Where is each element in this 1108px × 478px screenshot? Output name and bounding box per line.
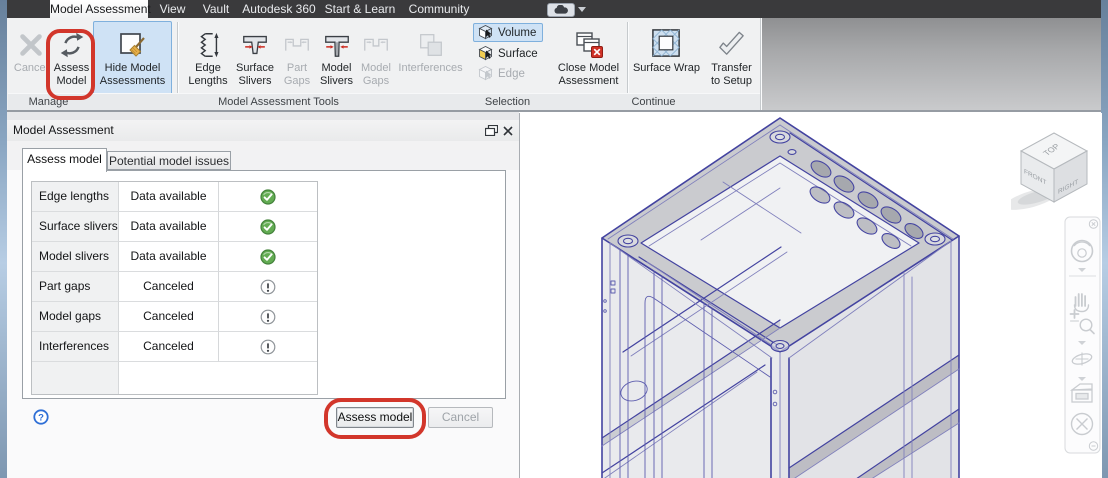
ribbon-group-label-tools: Model Assessment Tools: [89, 93, 468, 111]
cancel-button-panel[interactable]: Cancel: [428, 407, 493, 428]
close-window-red-x-icon: [553, 22, 624, 60]
gap-strip: [7, 112, 519, 120]
ribbon-empty-area: [760, 18, 1101, 110]
close-icon[interactable]: [501, 124, 515, 137]
surface-wrap-icon: [632, 22, 701, 60]
tab-assess-model[interactable]: Assess model: [22, 148, 107, 172]
model-slivers-button[interactable]: Model Slivers: [314, 21, 359, 96]
edge-cube-icon: [477, 64, 494, 84]
surface-wrap-button[interactable]: Surface Wrap: [631, 21, 702, 96]
panel-title-bar[interactable]: Model Assessment: [7, 120, 519, 142]
status-ok-icon: [219, 242, 317, 272]
navigation-bar[interactable]: [1061, 214, 1105, 464]
interferences-icon: [395, 22, 466, 60]
help-icon[interactable]: ?: [33, 409, 49, 425]
cancel-x-icon: [11, 22, 51, 60]
transfer-to-setup-button[interactable]: Transfer to Setup: [704, 21, 759, 96]
ribbon-group-model-assessment-tools: Hide Model Assessments Edge Lengths Surf…: [89, 18, 469, 111]
tab-potential-model-issues[interactable]: Potential model issues: [107, 151, 231, 170]
table-row[interactable]: Model gaps Canceled: [32, 302, 317, 332]
tab-model-assessment[interactable]: Model Assessment: [50, 0, 151, 18]
interferences-button[interactable]: Interferences: [394, 21, 467, 96]
model-viewport[interactable]: TOP FRONT RIGHT: [519, 113, 1102, 478]
svg-text:?: ?: [38, 412, 44, 423]
ribbon-group-label-manage: Manage: [8, 93, 89, 111]
ribbon-group-continue: Close Model Assessment Surface Wrap Tran…: [547, 18, 761, 111]
selection-volume-button[interactable]: Volume: [473, 23, 543, 42]
ribbon-group-label-continue: Continue: [547, 93, 760, 111]
assess-model-button-panel[interactable]: Assess model: [336, 407, 414, 428]
chevron-down-icon[interactable]: [578, 7, 586, 12]
cloud-icon[interactable]: [547, 3, 575, 17]
tab-autodesk-360[interactable]: Autodesk 360: [242, 0, 316, 18]
selection-edge-button[interactable]: Edge: [473, 64, 543, 83]
ribbon-tab-bar: Model Assessment View Vault Autodesk 360…: [7, 0, 1101, 18]
float-icon[interactable]: [484, 124, 498, 137]
surface-slivers-button[interactable]: Surface Slivers: [231, 21, 279, 96]
cancel-button[interactable]: Cancel: [10, 21, 52, 96]
model-slivers-icon: [315, 22, 358, 60]
model-assessment-panel: Model Assessment Potential model issues …: [7, 120, 519, 478]
ribbon-group-label-selection: Selection: [468, 93, 547, 111]
tab-start-and-learn[interactable]: Start & Learn: [322, 0, 398, 18]
surface-slivers-icon: [232, 22, 278, 60]
window-border-left: [0, 0, 7, 478]
ribbon-group-manage: Cancel Assess Model Manage: [8, 18, 90, 111]
assessment-table: Edge lengths Data available Surface sliv…: [31, 181, 318, 395]
checkmark-icon: [705, 22, 758, 60]
part-gaps-icon: [279, 22, 315, 60]
view-cube[interactable]: TOP FRONT RIGHT: [1011, 125, 1101, 210]
edge-lengths-button[interactable]: Edge Lengths: [184, 21, 232, 96]
table-row[interactable]: Interferences Canceled: [32, 332, 317, 362]
hide-assessments-broom-icon: [94, 22, 171, 60]
assess-model-tab-content: Edge lengths Data available Surface sliv…: [22, 170, 506, 399]
selection-surface-button[interactable]: Surface: [473, 44, 543, 63]
status-warning-icon: [219, 272, 317, 302]
surface-cube-icon: [477, 44, 494, 64]
status-ok-icon: [219, 212, 317, 242]
edge-lengths-icon: [185, 22, 231, 60]
application-window: Model Assessment View Vault Autodesk 360…: [0, 0, 1108, 478]
volume-cube-icon: [477, 23, 494, 43]
tab-community[interactable]: Community: [406, 0, 472, 18]
assess-model-button[interactable]: Assess Model: [52, 21, 91, 96]
table-empty-row: [32, 362, 119, 394]
part-gaps-button[interactable]: Part Gaps: [278, 21, 316, 96]
tab-vault[interactable]: Vault: [196, 0, 236, 18]
status-warning-icon: [219, 332, 317, 362]
status-warning-icon: [219, 302, 317, 332]
close-model-assessment-button[interactable]: Close Model Assessment: [552, 21, 625, 96]
table-row[interactable]: Model slivers Data available: [32, 242, 317, 272]
assess-refresh-icon: [53, 22, 90, 60]
table-row[interactable]: Edge lengths Data available: [32, 182, 317, 212]
table-row[interactable]: Surface slivers Data available: [32, 212, 317, 242]
hide-model-assessments-button[interactable]: Hide Model Assessments: [93, 21, 172, 96]
panel-title: Model Assessment: [13, 123, 114, 137]
status-ok-icon: [219, 182, 317, 212]
model-gaps-icon: [358, 22, 394, 60]
ribbon-group-selection: Volume Surface Edge Selection: [468, 18, 548, 111]
tab-view[interactable]: View: [155, 0, 190, 18]
table-row[interactable]: Part gaps Canceled: [32, 272, 317, 302]
model-gaps-button[interactable]: Model Gaps: [357, 21, 395, 96]
